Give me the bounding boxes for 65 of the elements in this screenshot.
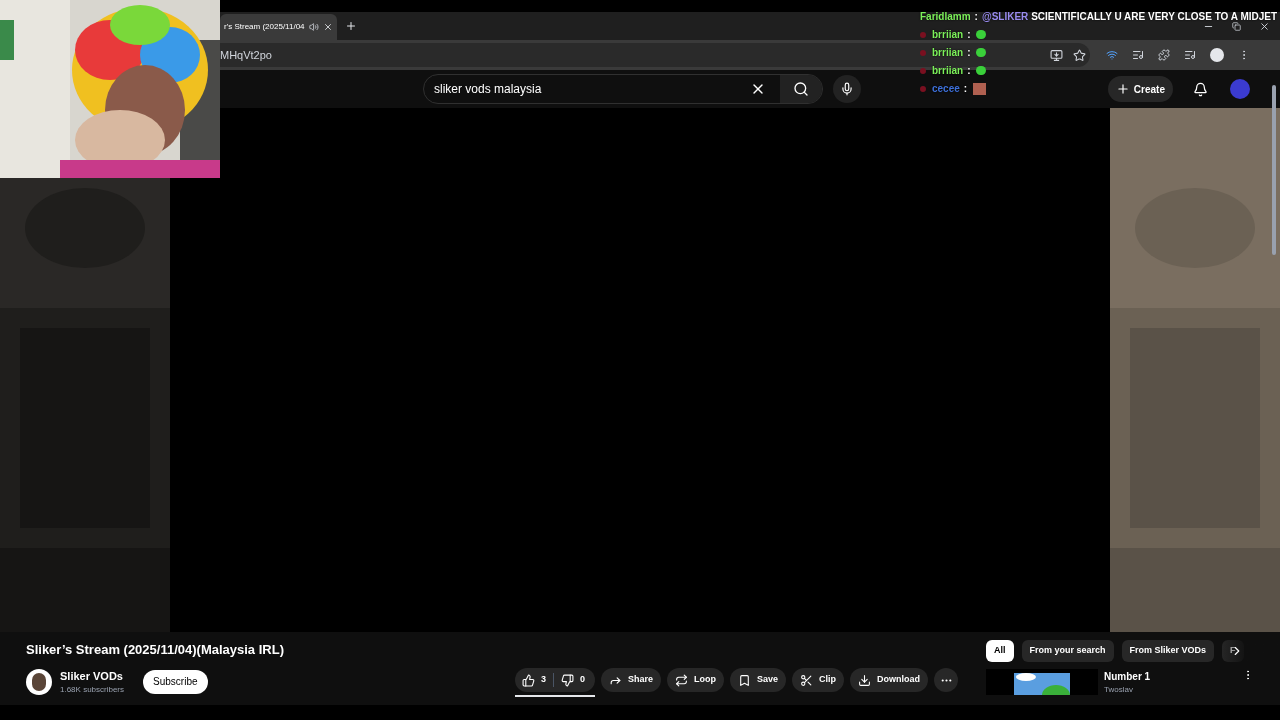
badge-icon [920, 31, 926, 38]
scrollbar[interactable] [1272, 85, 1276, 255]
search-icon[interactable] [793, 81, 809, 97]
download-button[interactable]: Download [850, 668, 929, 692]
microphone-icon [840, 82, 854, 96]
voice-search-button[interactable] [833, 75, 861, 103]
save-button[interactable]: Save [730, 668, 787, 692]
more-button[interactable] [934, 668, 959, 692]
profile-icon[interactable] [1210, 48, 1224, 62]
subscribe-button[interactable]: Subscribe [143, 669, 208, 694]
dislike-button[interactable]: 0 [554, 673, 596, 687]
chat-username: brriian [932, 64, 964, 78]
close-icon[interactable] [322, 22, 333, 32]
thumbs-up-icon [522, 673, 535, 687]
badge-icon [920, 49, 926, 56]
chat-separator: : [967, 64, 971, 78]
video-title: Sliker’s Stream (2025/11/04)(Malaysia IRL) [26, 641, 285, 659]
channel-name: Twoslav [1104, 684, 1134, 696]
emote-icon [976, 48, 987, 57]
create-button[interactable]: Create [1107, 76, 1173, 102]
filter-chip[interactable]: All [986, 640, 1014, 662]
badge-icon [920, 85, 926, 92]
chat-separator: : [967, 28, 971, 42]
new-tab-icon[interactable] [344, 20, 357, 32]
browser-tab[interactable]: r's Stream (2025/11/04 [220, 14, 337, 40]
channel-name[interactable]: Sliker VODs [60, 667, 125, 684]
subscriber-count: 1.68K subscribers [60, 684, 125, 696]
clip-button[interactable]: Clip [792, 668, 845, 692]
video-title[interactable]: Number 1 [1104, 669, 1151, 684]
scissors-icon [800, 673, 814, 687]
close-icon[interactable] [1259, 20, 1270, 32]
like-button[interactable]: 3 [515, 673, 553, 687]
install-icon[interactable] [1050, 48, 1063, 62]
speaker-icon [308, 22, 319, 32]
plus-icon [1115, 82, 1130, 96]
emote-icon [976, 30, 987, 39]
channel-avatar[interactable] [26, 668, 52, 695]
bookmark-icon [738, 673, 752, 687]
chat-separator: : [974, 10, 978, 24]
tab-title: r's Stream (2025/11/04 [224, 21, 305, 33]
download-icon [858, 673, 872, 687]
thumbs-down-icon [561, 673, 574, 687]
notifications-icon[interactable] [1193, 81, 1208, 97]
badge-icon [920, 67, 926, 74]
filter-chip[interactable]: From Sliker VODs [1121, 640, 1215, 662]
chat-username: Faridlamm [920, 10, 971, 24]
star-icon[interactable] [1073, 48, 1086, 62]
extensions-icon[interactable] [1158, 49, 1170, 61]
chat-username: brriian [932, 28, 964, 42]
chat-message: @SLIKER SCIENTIFICALLY U ARE VERY CLOSE TO A MIDJET [981, 10, 1278, 24]
loop-button[interactable]: Loop [667, 668, 725, 692]
repeat-icon [675, 673, 689, 687]
chat-username: cecee [932, 82, 960, 96]
extension-icon[interactable] [1106, 49, 1118, 61]
filter-chip[interactable]: From your search [1021, 640, 1114, 662]
chat-separator: : [967, 46, 971, 60]
avatar[interactable] [1230, 79, 1250, 99]
restore-icon[interactable] [1232, 21, 1241, 31]
filter-chip[interactable]: F [1222, 640, 1244, 662]
chat-username: brriian [932, 46, 964, 60]
extension-icon[interactable] [1132, 49, 1144, 61]
share-button[interactable]: Share [601, 668, 662, 692]
playlist-icon[interactable] [1184, 49, 1196, 61]
emote-icon [976, 66, 987, 75]
chat-separator: : [963, 82, 968, 96]
